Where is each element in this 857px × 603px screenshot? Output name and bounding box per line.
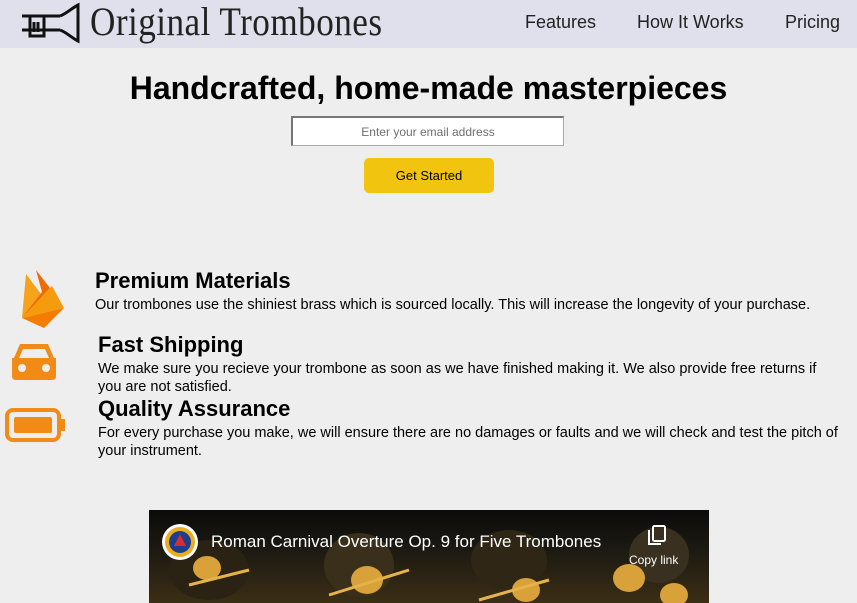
video-embed[interactable]: Roman Carnival Overture Op. 9 for Five T… [149,510,709,603]
feature-desc-materials: Our trombones use the shiniest brass whi… [95,297,811,313]
nav-link-pricing[interactable]: Pricing [785,12,840,33]
brand-name: Original Trombones [90,0,383,44]
email-input[interactable] [291,116,564,146]
hero-title: Handcrafted, home-made masterpieces [129,70,728,106]
feature-title-quality: Quality Assurance [98,396,291,421]
channel-avatar[interactable] [162,524,198,560]
truck-icon [12,344,56,380]
nav-link-how-it-works[interactable]: How It Works [637,12,744,33]
feature-desc-quality: For every purchase you make, we will ens… [98,425,838,459]
get-started-button[interactable]: Get Started [364,158,494,193]
feature-title-materials: Premium Materials [95,268,291,293]
nav-link-features[interactable]: Features [525,12,596,33]
battery-full-icon [5,408,65,442]
video-title[interactable]: Roman Carnival Overture Op. 9 for Five T… [211,532,601,552]
fire-icon [22,270,64,328]
video-thumbnail [169,527,689,603]
trombone-icon [22,2,80,44]
feature-desc-shipping: We make sure you recieve your trombone a… [98,361,817,395]
copy-link-label[interactable]: Copy link [629,553,678,567]
feature-title-shipping: Fast Shipping [98,332,244,357]
copy-icon[interactable] [647,524,667,546]
site-header: Original Trombones Features How It Works… [0,0,857,48]
